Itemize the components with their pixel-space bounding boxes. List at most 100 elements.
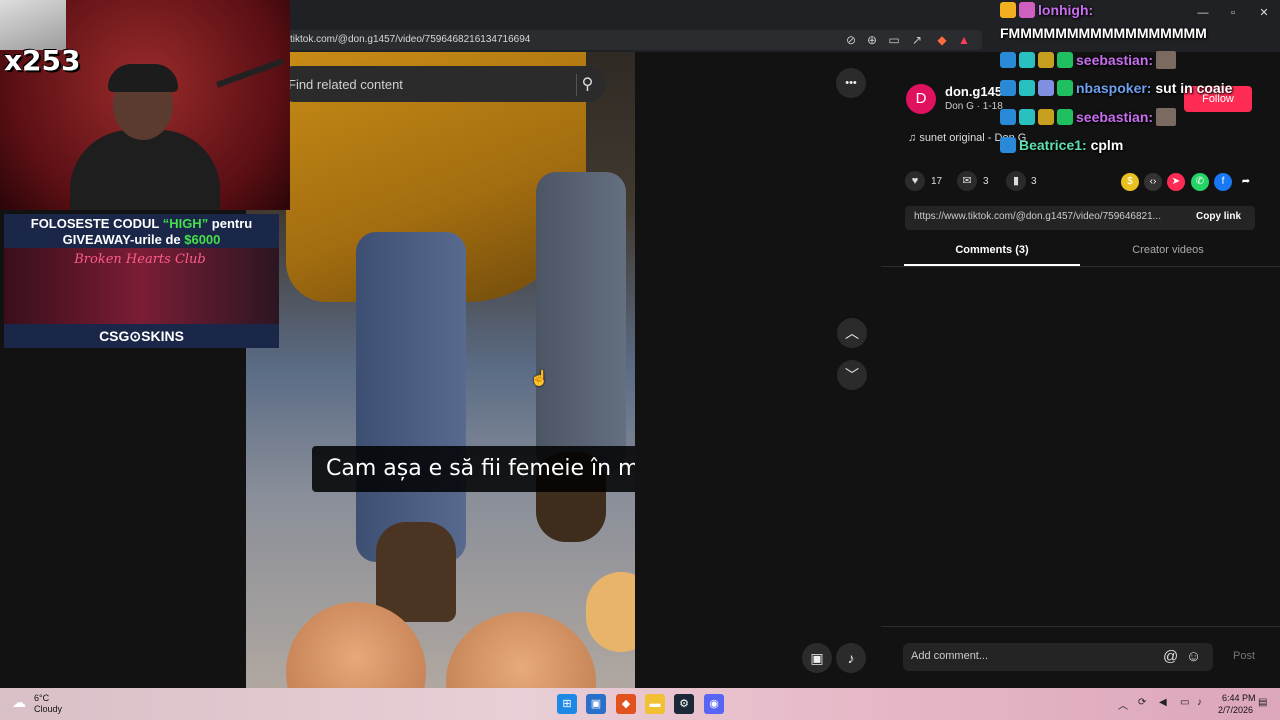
embed-icon[interactable]: ‹›: [1144, 173, 1162, 191]
like-count: 17: [931, 176, 943, 187]
facebook-icon[interactable]: f: [1214, 173, 1232, 191]
no-tracking-icon[interactable]: ⊘: [843, 32, 859, 48]
screen-icon[interactable]: ▭: [886, 32, 902, 48]
bookmark-icon[interactable]: ▮: [1006, 171, 1026, 191]
steam-icon[interactable]: ⚙: [674, 694, 694, 714]
chat-text: cplm: [1090, 137, 1124, 153]
chat-text: FMMMMMMMMMMMMMMMMM: [1000, 25, 1207, 41]
streamer-cap: [108, 64, 178, 92]
video-frame-legs: [536, 172, 626, 472]
sponsor-code: “HIGH”: [162, 216, 209, 231]
chat-user: lonhigh:: [1038, 2, 1094, 18]
file-explorer-icon[interactable]: ▬: [645, 694, 665, 714]
notification-icon[interactable]: ▤: [1258, 697, 1267, 708]
clock-date[interactable]: 2/7/2026: [1218, 705, 1253, 715]
video-player[interactable]: Cam așa e să fii femeie în metrou: [246, 52, 635, 688]
gift-badge-icon: [1057, 80, 1073, 96]
copy-link-button[interactable]: Copy link: [1196, 211, 1241, 222]
video-link[interactable]: https://www.tiktok.com/@don.g1457/video/…: [914, 211, 1161, 222]
tool-badge-icon: [1000, 137, 1016, 153]
weather-temp[interactable]: 6°C: [34, 693, 49, 703]
cat-emote-image: [0, 0, 66, 50]
task-view-icon[interactable]: ▣: [586, 694, 606, 714]
chat-user: Beatrice1:: [1019, 137, 1087, 153]
share-icon[interactable]: ↗: [909, 32, 925, 48]
hand-cursor-icon: ☝: [530, 370, 549, 387]
whatsapp-icon[interactable]: ✆: [1191, 173, 1209, 191]
sync-icon[interactable]: ⟳: [1138, 697, 1146, 708]
like-icon[interactable]: ♥: [905, 171, 925, 191]
sub-badge-icon: [1019, 2, 1035, 18]
tab-comments[interactable]: Comments (3): [904, 244, 1080, 256]
chat-message: seebastian:: [1000, 108, 1177, 130]
bg-badge-icon: [1019, 80, 1035, 96]
crown-badge-icon: [1000, 2, 1016, 18]
brave-rewards-icon[interactable]: ▲: [956, 32, 972, 48]
emote-icon: [1156, 51, 1177, 69]
weather-desc[interactable]: Cloudy: [34, 704, 62, 714]
microphone-arm: [216, 58, 284, 88]
tool-badge-icon: [1000, 52, 1016, 68]
address-url[interactable]: tiktok.com/@don.g1457/video/759646821613…: [290, 34, 530, 45]
close-button[interactable]: ✕: [1255, 4, 1273, 22]
sponsor-line: pentru: [208, 216, 253, 231]
zoom-icon[interactable]: ⊕: [864, 32, 880, 48]
chat-message: lonhigh:: [1000, 2, 1093, 24]
sponsor-art-title: Broken Hearts Club: [74, 252, 206, 267]
weather-cloud-icon[interactable]: ☁: [12, 694, 26, 711]
sub-badge-icon: [1038, 80, 1054, 96]
speaker-icon[interactable]: ◀: [1159, 697, 1167, 708]
chat-text: sut in coaie: [1155, 80, 1233, 96]
pip-icon[interactable]: ▣: [802, 643, 832, 673]
tab-creator-videos[interactable]: Creator videos: [1080, 244, 1256, 256]
chat-user: seebastian:: [1076, 52, 1154, 68]
sponsor-amount: $6000: [184, 232, 221, 247]
next-video-button[interactable]: ﹀: [837, 360, 867, 390]
chat-message: seebastian:: [1000, 51, 1177, 73]
search-icon[interactable]: ⚲: [576, 74, 598, 96]
music-note-icon: ♫: [908, 132, 920, 144]
comment-icon[interactable]: ✉: [957, 171, 977, 191]
chat-user: seebastian:: [1076, 109, 1154, 125]
comment-placeholder[interactable]: Add comment...: [911, 650, 988, 662]
chat-message: Beatrice1: cplm: [1000, 137, 1123, 159]
volume-icon[interactable]: ♪: [836, 643, 866, 673]
display-name: Don G · 1-18: [945, 101, 1003, 112]
mention-icon[interactable]: @: [1163, 648, 1178, 665]
tray-chevron-icon[interactable]: ︿: [1118, 697, 1128, 712]
video-frame-shoe: [586, 572, 635, 652]
volume-tray-icon[interactable]: ♪: [1197, 697, 1202, 708]
comment-count: 3: [983, 176, 989, 187]
discord-icon[interactable]: ◉: [704, 694, 724, 714]
tool-badge-icon: [1000, 109, 1016, 125]
video-frame-boot: [376, 522, 456, 622]
previous-video-button[interactable]: ︿: [837, 318, 867, 348]
more-options-button[interactable]: •••: [836, 68, 866, 98]
start-icon[interactable]: ⊞: [557, 694, 577, 714]
video-caption: Cam așa e să fii femeie în metrou: [312, 446, 635, 492]
username[interactable]: don.g145: [945, 84, 1002, 99]
sub-badge-icon: [1038, 52, 1054, 68]
send-icon[interactable]: ➤: [1167, 173, 1185, 191]
clock-time[interactable]: 6:44 PM: [1222, 693, 1256, 703]
network-icon[interactable]: ▭: [1180, 697, 1189, 708]
sponsor-brand: CSG⊙SKINS: [99, 328, 184, 344]
bg-badge-icon: [1019, 109, 1035, 125]
avatar[interactable]: D: [906, 84, 936, 114]
coin-icon[interactable]: $: [1121, 173, 1139, 191]
minimize-button[interactable]: —: [1194, 4, 1212, 22]
gift-badge-icon: [1057, 109, 1073, 125]
divider: [881, 266, 1280, 267]
brave-icon[interactable]: ◆: [616, 694, 636, 714]
divider: [881, 626, 1280, 627]
post-button[interactable]: Post: [1233, 650, 1255, 662]
share-arrow-icon[interactable]: ➦: [1237, 173, 1255, 191]
save-count: 3: [1031, 176, 1037, 187]
sponsor-text: FOLOSESTE CODUL “HIGH” pentru GIVEAWAY-u…: [4, 214, 279, 248]
brave-shield-icon[interactable]: ◆: [934, 32, 950, 48]
gift-badge-icon: [1057, 52, 1073, 68]
maximize-button[interactable]: ▫: [1224, 4, 1242, 22]
emoji-icon[interactable]: ☺: [1186, 648, 1201, 665]
sponsor-line: GIVEAWAY-urile de: [62, 232, 185, 247]
search-placeholder[interactable]: Find related content: [288, 77, 403, 92]
